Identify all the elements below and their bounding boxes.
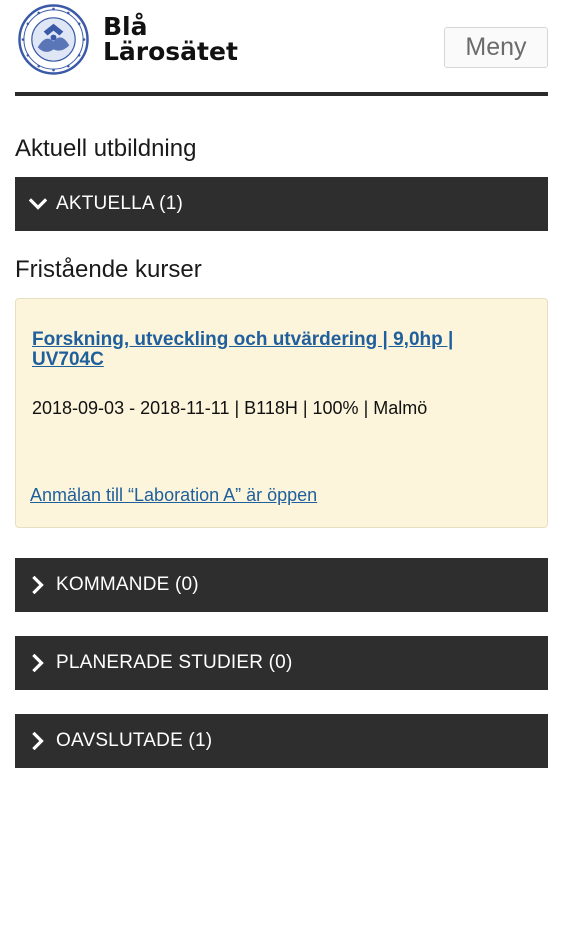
chevron-right-icon <box>32 654 44 672</box>
accordion-current-label: AKTUELLA (1) <box>56 193 184 214</box>
free-courses-heading: Fristående kurser <box>15 256 202 283</box>
university-seal-icon[interactable] <box>18 4 89 75</box>
chevron-right-icon <box>32 576 44 594</box>
course-meta: 2018-09-03 - 2018-11-11 | B118H | 100% |… <box>32 398 428 418</box>
accordion-upcoming[interactable]: KOMMANDE (0) <box>15 558 548 612</box>
page-heading: Aktuell utbildning <box>15 135 197 162</box>
accordion-unfinished-label: OAVSLUTADE (1) <box>56 730 213 751</box>
logo-line-2: Lärosätet <box>103 37 238 66</box>
menu-button[interactable]: Meny <box>444 27 548 68</box>
accordion-upcoming-label: KOMMANDE (0) <box>56 574 199 595</box>
header: Blå Lärosätet Meny <box>15 0 548 96</box>
page: Blå Lärosätet Meny Aktuell utbildning AK… <box>0 0 563 938</box>
course-card: Forskning, utveckling och utvärdering | … <box>15 298 548 528</box>
chevron-right-icon <box>32 732 44 750</box>
logo-wordmark[interactable]: Blå Lärosätet <box>103 14 238 64</box>
logo-line-1: Blå <box>103 12 148 41</box>
course-title-link[interactable]: Forskning, utveckling och utvärdering | … <box>32 330 522 370</box>
accordion-planned-label: PLANERADE STUDIER (0) <box>56 652 293 673</box>
accordion-unfinished[interactable]: OAVSLUTADE (1) <box>15 714 548 768</box>
registration-notice-link[interactable]: Anmälan till “Laboration A” är öppen <box>30 485 317 506</box>
chevron-down-icon <box>29 198 47 210</box>
accordion-planned[interactable]: PLANERADE STUDIER (0) <box>15 636 548 690</box>
accordion-current[interactable]: AKTUELLA (1) <box>15 177 548 231</box>
